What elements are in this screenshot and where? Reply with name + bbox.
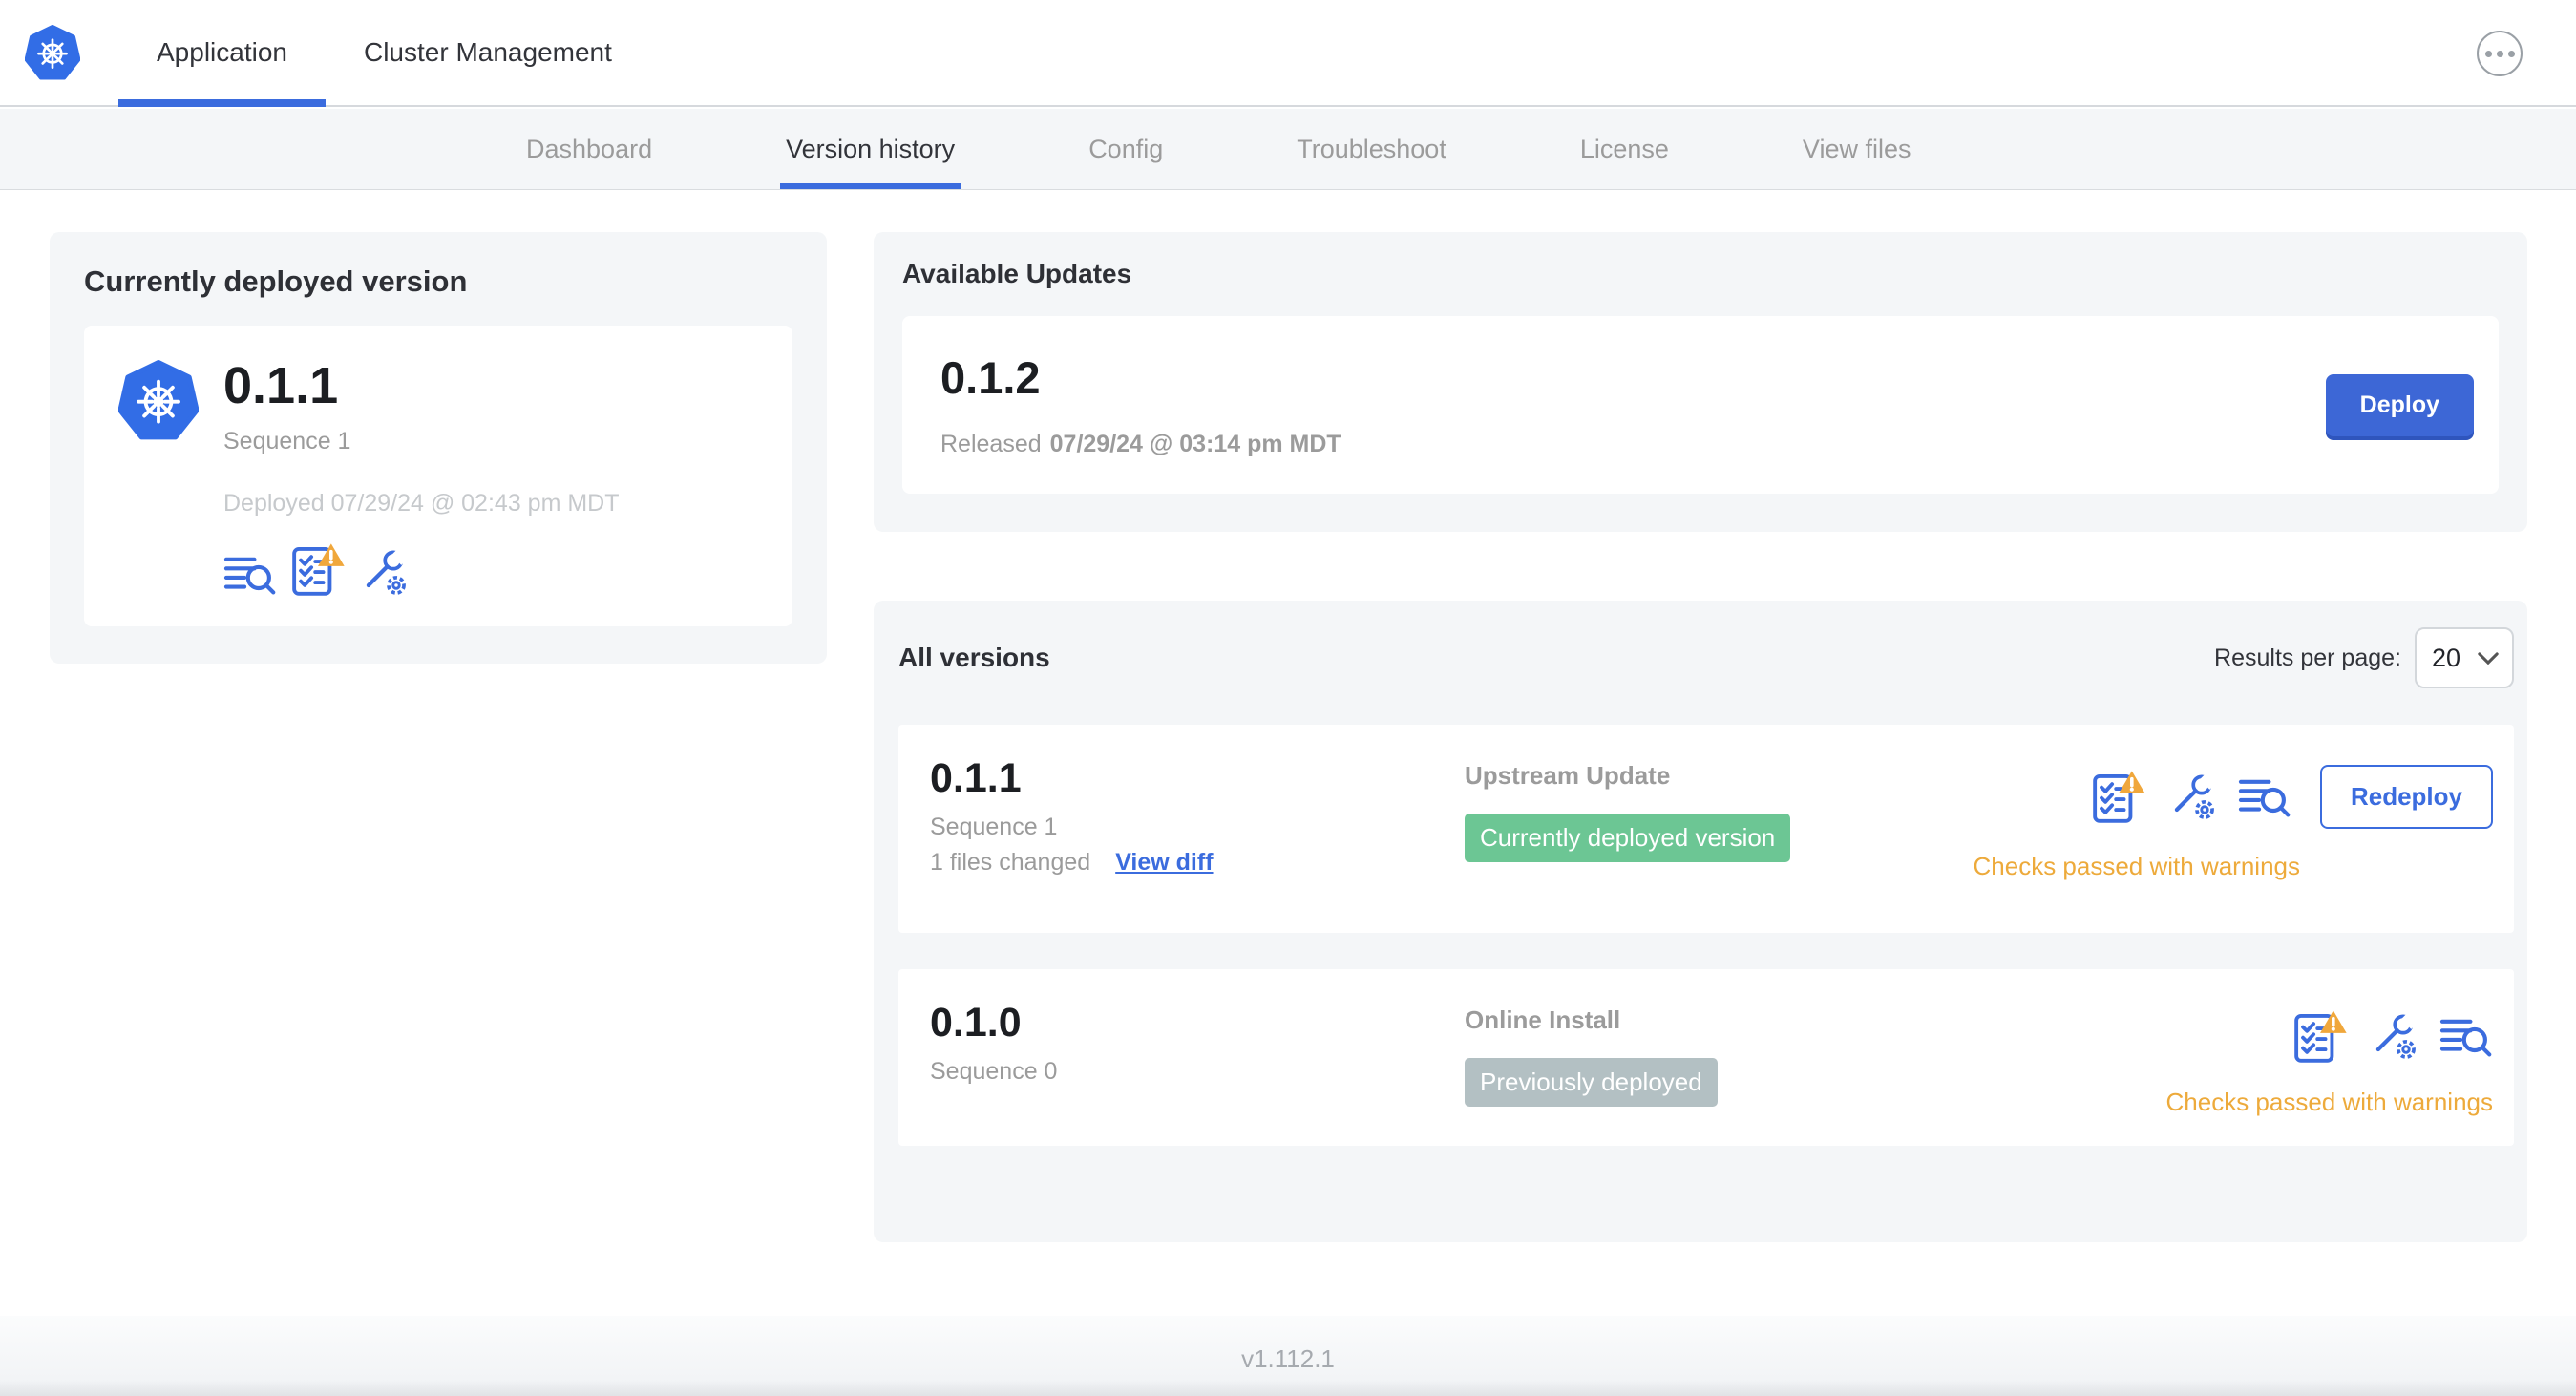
app-footer: v1.112.1 xyxy=(0,1316,2576,1396)
version-rows: 0.1.1 Sequence 1 1 files changed View di… xyxy=(898,725,2514,1146)
deployment-status-badge: Currently deployed version xyxy=(1465,814,1791,862)
more-options-icon xyxy=(2484,50,2492,57)
header-tabs: Application Cluster Management xyxy=(118,0,650,107)
logs-icon[interactable] xyxy=(223,552,277,598)
results-per-page: Results per page: 20 xyxy=(2214,627,2514,688)
footer-version: v1.112.1 xyxy=(1241,1344,1335,1373)
subnav-tab-license[interactable]: License xyxy=(1574,109,1675,189)
config-icon[interactable] xyxy=(2369,1012,2418,1062)
preflight-checks-warning-icon[interactable] xyxy=(290,542,346,598)
deploy-button[interactable]: Deploy xyxy=(2325,373,2474,436)
preflight-checks-warning-icon[interactable] xyxy=(2091,770,2146,825)
row-version-number: 0.1.0 xyxy=(930,1000,1022,1046)
row-sequence-label: Sequence 1 xyxy=(930,814,1058,841)
available-updates-card: Available Updates 0.1.2 Released 07/29/24… xyxy=(874,232,2527,532)
tab-application[interactable]: Application xyxy=(118,0,326,107)
current-deployed-timestamp: Deployed 07/29/24 @ 02:43 pm MDT xyxy=(223,490,620,518)
checks-status-text: Checks passed with warnings xyxy=(2165,1088,2494,1116)
subnav-tab-dashboard[interactable]: Dashboard xyxy=(520,109,658,189)
version-row: 0.1.0 Sequence 0 Online Install Previous… xyxy=(898,969,2514,1146)
current-version-actions xyxy=(223,542,620,598)
available-updates-title: Available Updates xyxy=(902,259,1132,288)
current-version-number: 0.1.1 xyxy=(223,357,339,414)
version-row: 0.1.1 Sequence 1 1 files changed View di… xyxy=(898,725,2514,933)
update-version-number: 0.1.2 xyxy=(940,352,1041,403)
currently-deployed-version-card: 0.1.1 Sequence 1 Deployed 07/29/24 @ 02:… xyxy=(84,326,792,627)
warning-triangle-icon xyxy=(2320,1010,2347,1033)
tab-cluster-management[interactable]: Cluster Management xyxy=(326,0,650,105)
all-versions-title: All versions xyxy=(898,643,1050,672)
warning-triangle-icon xyxy=(318,543,345,567)
logs-icon[interactable] xyxy=(2439,1014,2493,1060)
kubernetes-logo xyxy=(118,360,199,440)
row-actions xyxy=(2292,1009,2493,1065)
subnav-tab-view-files[interactable]: View files xyxy=(1797,109,1917,189)
kubernetes-logo xyxy=(25,0,80,105)
checks-status-text: Checks passed with warnings xyxy=(1973,852,2301,880)
view-diff-link[interactable]: View diff xyxy=(1115,849,1213,877)
warning-triangle-icon xyxy=(2118,770,2145,793)
row-sequence-label: Sequence 0 xyxy=(930,1058,1058,1086)
chevron-down-icon xyxy=(2478,651,2499,665)
preflight-checks-warning-icon[interactable] xyxy=(2292,1009,2348,1065)
subnav-tab-config[interactable]: Config xyxy=(1083,109,1169,189)
currently-deployed-title: Currently deployed version xyxy=(84,264,468,298)
more-options-button[interactable] xyxy=(2477,31,2523,76)
app-subnav: Dashboard Version history Config Trouble… xyxy=(0,109,2576,190)
subnav-tab-version-history[interactable]: Version history xyxy=(780,109,961,189)
update-released-timestamp: Released 07/29/24 @ 03:14 pm MDT xyxy=(940,431,1341,457)
row-source-label: Online Install xyxy=(1465,1005,1621,1034)
config-icon[interactable] xyxy=(2167,772,2217,822)
results-per-page-label: Results per page: xyxy=(2214,644,2401,671)
row-version-number: 0.1.1 xyxy=(930,755,1022,801)
results-per-page-select[interactable]: 20 xyxy=(2415,627,2514,688)
version-history-page: Application Cluster Management Dashboard… xyxy=(0,0,2576,1396)
logs-icon[interactable] xyxy=(2238,774,2291,820)
redeploy-button[interactable]: Redeploy xyxy=(2319,765,2493,829)
row-source-label: Upstream Update xyxy=(1465,761,1671,790)
current-sequence-label: Sequence 1 xyxy=(223,428,351,455)
all-versions-header: All versions Results per page: 20 xyxy=(898,627,2514,688)
subnav-tab-troubleshoot[interactable]: Troubleshoot xyxy=(1291,109,1452,189)
currently-deployed-card: Currently deployed version 0.1.1 Sequenc… xyxy=(50,232,827,664)
all-versions-card: All versions Results per page: 20 0.1.1 … xyxy=(874,601,2527,1242)
row-files-changed: 1 files changed xyxy=(930,849,1091,877)
available-update-row: 0.1.2 Released 07/29/24 @ 03:14 pm MDT De… xyxy=(902,316,2499,494)
config-icon[interactable] xyxy=(359,548,409,598)
deployment-status-badge: Previously deployed xyxy=(1465,1058,1718,1107)
row-actions: Redeploy xyxy=(2091,765,2493,829)
app-header: Application Cluster Management xyxy=(0,0,2576,107)
